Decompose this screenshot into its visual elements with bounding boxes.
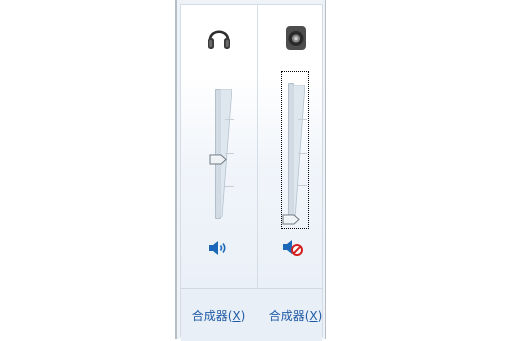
channel-headphones: 合成器(X) <box>181 5 256 340</box>
mixer-link-close: ) <box>240 309 246 323</box>
mute-button-headphones[interactable] <box>207 239 229 257</box>
mixer-link-label: 合成器( <box>268 309 310 323</box>
mixer-link-headphones[interactable]: 合成器(X) <box>181 307 256 324</box>
volume-slider-headphones[interactable] <box>208 83 238 223</box>
slider-tick <box>225 119 234 120</box>
speaker-muted-icon <box>283 240 303 256</box>
speaker-volume-icon <box>209 241 226 255</box>
slider-thumb[interactable] <box>282 214 300 225</box>
channel-speakers: 合成器(X) <box>258 5 333 340</box>
volume-wedge <box>293 85 305 219</box>
volume-mixer-window: 合成器(X) 合成器(X) <box>175 0 326 341</box>
volume-slider-speakers[interactable] <box>281 71 309 231</box>
mute-button-speakers[interactable] <box>282 239 304 257</box>
speaker-device-icon[interactable] <box>283 23 309 53</box>
slider-tick <box>298 119 307 120</box>
mixer-link-accel: X <box>232 309 241 323</box>
slider-tick <box>298 153 307 154</box>
mixer-link-accel: X <box>309 309 318 323</box>
slider-tick <box>298 185 307 186</box>
slider-thumb[interactable] <box>209 154 227 165</box>
mixer-link-speakers[interactable]: 合成器(X) <box>258 307 333 324</box>
mixer-link-close: ) <box>317 309 323 323</box>
mixer-panel: 合成器(X) 合成器(X) <box>180 4 323 341</box>
slider-tick <box>225 186 234 187</box>
headphones-icon[interactable] <box>206 23 232 53</box>
mixer-link-label: 合成器( <box>191 309 233 323</box>
